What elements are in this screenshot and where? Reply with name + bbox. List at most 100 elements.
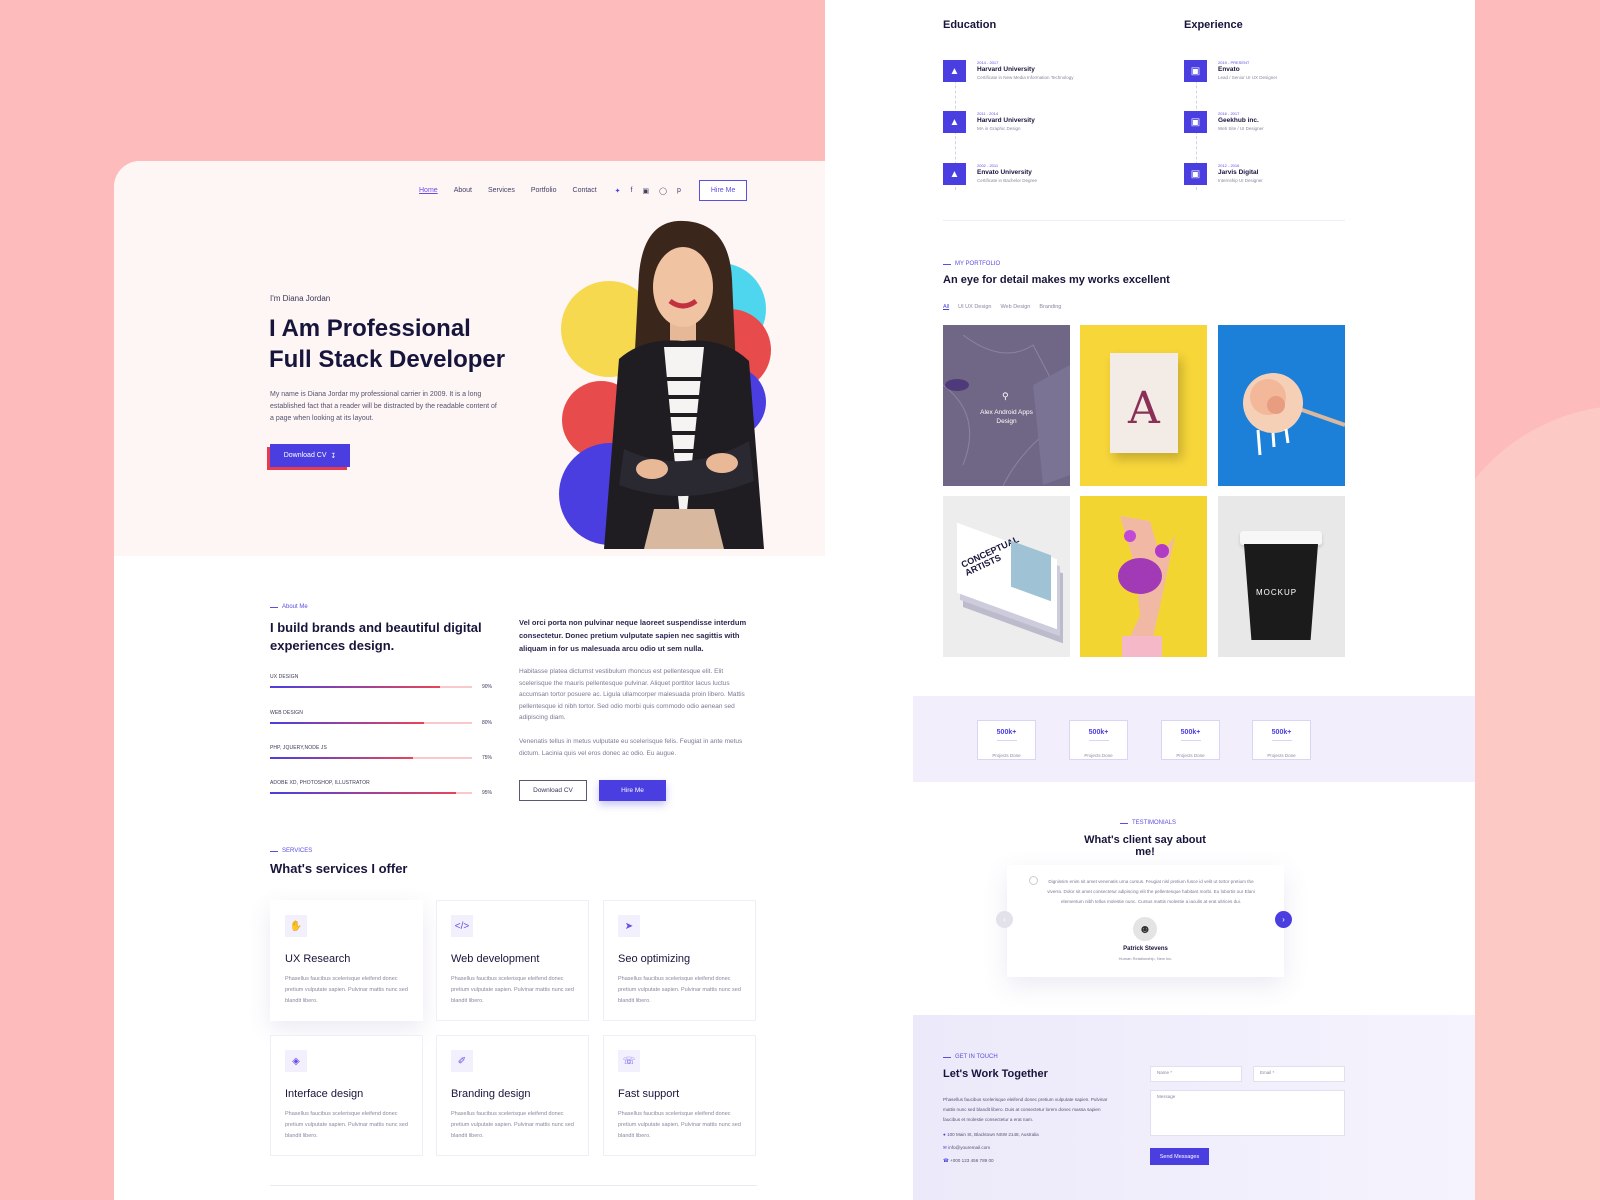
- quote-icon: [1029, 876, 1038, 885]
- testimonial-role: Human Relationship, New Inc.: [1118, 956, 1173, 961]
- skill-name: PHP, JQUERY,NODE JS: [270, 745, 327, 751]
- contact-address: ● 100 Main St, Blacktown NSW 2148, Austr…: [943, 1132, 1039, 1137]
- service-card[interactable]: ☏ Fast support Phasellus faucibus sceler…: [603, 1035, 756, 1156]
- nav-hire-me-button[interactable]: Hire Me: [698, 180, 748, 201]
- service-card[interactable]: </> Web development Phasellus faucibus s…: [436, 900, 589, 1021]
- stat-box: 500k+ Projects Done: [1161, 720, 1220, 760]
- about-hire-me-button[interactable]: Hire Me: [599, 780, 666, 801]
- graduation-cap-icon: ▲: [943, 60, 966, 82]
- skill-name: ADOBE XD, PHOTOSHOP, ILLUSTRATOR: [270, 780, 370, 786]
- book-letter: A: [1128, 383, 1160, 434]
- about-download-cv-button[interactable]: Download CV: [519, 780, 587, 801]
- next-arrow-button[interactable]: ›: [1275, 911, 1292, 928]
- portfolio-item-book-cover[interactable]: A: [1080, 325, 1207, 486]
- code-icon: </>: [451, 915, 473, 937]
- education-title: Envato University: [977, 169, 1032, 176]
- filter-all[interactable]: All: [943, 304, 949, 310]
- email-field[interactable]: Email *: [1253, 1066, 1345, 1082]
- skill-row: PHP, JQUERY,NODE JS 75%: [270, 745, 492, 761]
- about-heading: I build brands and beautiful digital exp…: [270, 620, 482, 653]
- main-nav: Home About Services Portfolio Contact ✦ …: [419, 180, 748, 201]
- left-page-panel: Home About Services Portfolio Contact ✦ …: [114, 161, 914, 1200]
- portfolio-art: [943, 334, 1070, 486]
- education-desc: Certificate in Bachelor Degree: [977, 178, 1038, 183]
- instagram-icon[interactable]: ◯: [659, 187, 667, 195]
- service-text: Phasellus faucibus scelerisque eleifend …: [451, 976, 574, 1004]
- experience-desc: Web Site / UI Designer: [1218, 126, 1264, 131]
- experience-desc: Internship UI Designer: [1218, 178, 1263, 183]
- portfolio-tag: MY PORTFOLIO: [943, 261, 1000, 267]
- service-card[interactable]: ✋ UX Research Phasellus faucibus sceleri…: [270, 900, 423, 1021]
- avatar: ☻: [1133, 917, 1157, 941]
- experience-desc: Lead / Senior UI UX Designer: [1218, 75, 1278, 80]
- about-tag: About Me: [270, 604, 308, 610]
- nav-home[interactable]: Home: [419, 187, 438, 194]
- service-card[interactable]: ◈ Interface design Phasellus faucibus sc…: [270, 1035, 423, 1156]
- stat-box: 500k+ Projects Done: [1252, 720, 1311, 760]
- portrait-photo: [604, 220, 764, 549]
- portfolio-item-coffee-cup[interactable]: MOCKUP: [1218, 496, 1345, 657]
- services-heading: What's services I offer: [270, 861, 408, 876]
- service-text: Phasellus faucibus scelerisque eleifend …: [618, 976, 741, 1004]
- service-text: Phasellus faucibus scelerisque eleifend …: [285, 976, 408, 1004]
- message-field[interactable]: Message: [1150, 1090, 1345, 1136]
- name-field[interactable]: Name *: [1150, 1066, 1242, 1082]
- portfolio-item-app-design[interactable]: ⚲ Alex Android Apps Design: [943, 325, 1070, 486]
- nav-about[interactable]: About: [454, 187, 472, 194]
- service-card[interactable]: ➤ Seo optimizing Phasellus faucibus scel…: [603, 900, 756, 1021]
- nav-contact[interactable]: Contact: [573, 187, 597, 194]
- service-text: Phasellus faucibus scelerisque eleifend …: [451, 1111, 574, 1139]
- location-icon: ●: [943, 1132, 946, 1137]
- graduation-cap-icon: ▲: [943, 163, 966, 185]
- stat-label: Projects Done: [1176, 753, 1205, 758]
- download-icon: ↧: [330, 452, 337, 460]
- services-tag: SERVICES: [270, 848, 312, 854]
- twitter-icon[interactable]: ✦: [615, 187, 621, 195]
- service-title: Web development: [451, 953, 540, 965]
- education-title: Harvard University: [977, 66, 1035, 73]
- education-desc: Certificate in New Media Information Tec…: [977, 75, 1074, 80]
- linkedin-icon[interactable]: ▣: [642, 187, 649, 195]
- pinterest-icon[interactable]: p: [677, 187, 681, 195]
- portfolio-overlay-title: Alex Android Apps Design: [980, 409, 1033, 425]
- send-message-button[interactable]: Send Messages: [1150, 1148, 1209, 1165]
- prev-arrow-button[interactable]: ‹: [996, 911, 1013, 928]
- testimonials-tag: TESTIMONIALS: [1120, 820, 1176, 826]
- portfolio-item-painted-hands[interactable]: [1080, 496, 1207, 657]
- rocket-icon: ➤: [618, 915, 640, 937]
- contact-text: Phasellus faucibus scelerisque eleifend …: [943, 1097, 1108, 1122]
- hero-download-cv-button[interactable]: Download CV ↧: [270, 444, 350, 467]
- skill-name: UX DESIGN: [270, 674, 299, 680]
- contact-tag: GET IN TOUCH: [943, 1054, 998, 1060]
- facebook-icon[interactable]: f: [631, 187, 633, 195]
- nav-services[interactable]: Services: [488, 187, 515, 194]
- skill-percent: 90%: [481, 684, 492, 690]
- filter-branding[interactable]: Branding: [1039, 304, 1061, 310]
- contact-phone: ☎ +000 123 456 789 00: [943, 1158, 994, 1163]
- nav-portfolio[interactable]: Portfolio: [531, 187, 557, 194]
- email-icon: ✉: [943, 1145, 947, 1150]
- skill-fill: [270, 722, 424, 724]
- experience-years: 2012 - 2016: [1218, 163, 1240, 168]
- experience-title: Geekhub inc.: [1218, 117, 1259, 124]
- hands-art: [1118, 516, 1175, 657]
- service-title: Seo optimizing: [618, 953, 691, 965]
- stat-box: 500k+ Projects Done: [1069, 720, 1128, 760]
- skill-fill: [270, 792, 456, 794]
- service-card[interactable]: ✐ Branding design Phasellus faucibus sce…: [436, 1035, 589, 1156]
- right-page-panel: Education Experience ▲ 2014 - 2017 Harva…: [825, 0, 1475, 1200]
- experience-years: 2016 - 2017: [1218, 111, 1240, 116]
- service-title: Branding design: [451, 1088, 531, 1100]
- skill-name: WEB DESIGN: [270, 710, 303, 716]
- zoom-icon[interactable]: ⚲: [1002, 391, 1009, 402]
- portfolio-item-books[interactable]: CONCEPTUAL ARTISTS: [943, 496, 1070, 657]
- about-lead: Vel orci porta non pulvinar neque laoree…: [519, 618, 747, 653]
- skill-percent: 80%: [481, 720, 492, 726]
- filter-web-design[interactable]: Web Design: [1000, 304, 1030, 310]
- hand-icon: ✋: [285, 915, 307, 937]
- stat-box: 500k+ Projects Done: [977, 720, 1036, 760]
- portfolio-item-flower[interactable]: [1218, 325, 1345, 486]
- layers-icon: ◈: [285, 1050, 307, 1072]
- filter-ui-ux[interactable]: UI UX Design: [958, 304, 991, 310]
- education-years: 2011 - 2014: [977, 111, 999, 116]
